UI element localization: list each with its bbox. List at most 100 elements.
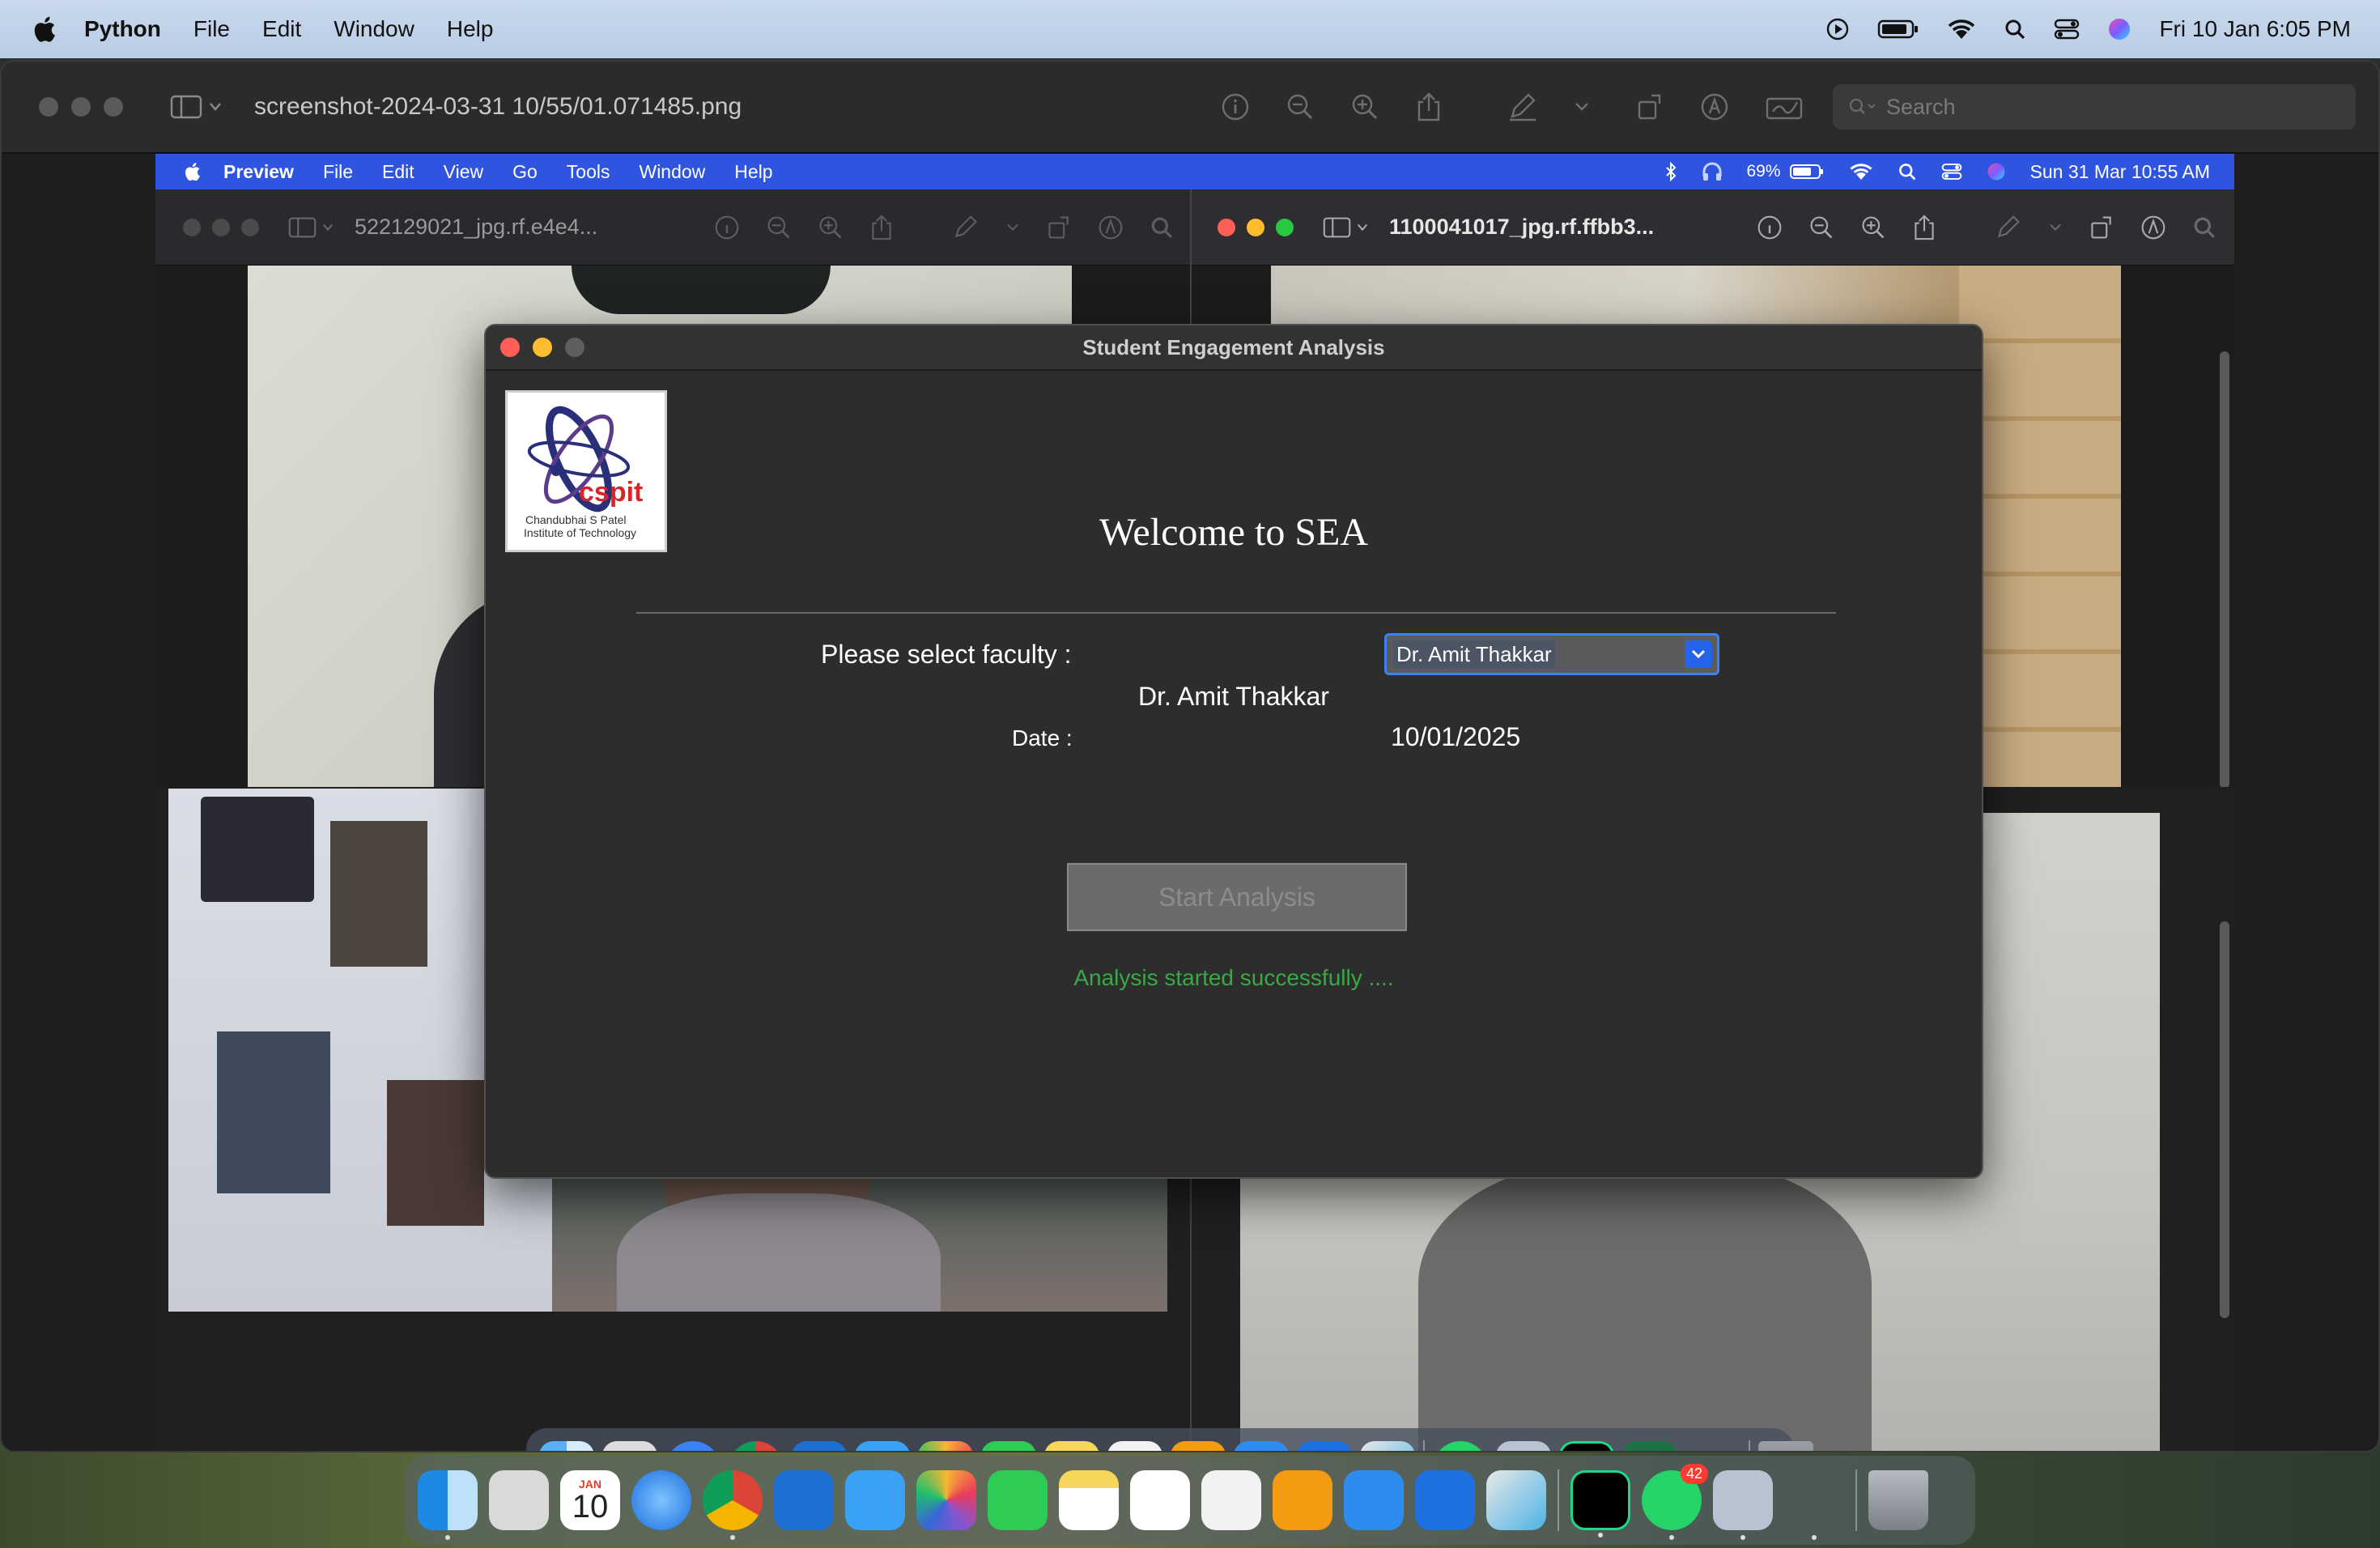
menu-app-name[interactable]: Python xyxy=(84,16,161,42)
textedit-icon[interactable] xyxy=(1201,1470,1261,1530)
menu-file[interactable]: File xyxy=(193,16,230,42)
trash-icon[interactable] xyxy=(1868,1470,1928,1530)
logo-text: cspit xyxy=(579,477,643,508)
dialog-title: Student Engagement Analysis xyxy=(1082,334,1385,359)
inner-menu-go: Go xyxy=(512,160,538,182)
student-engagement-dialog: Student Engagement Analysis cspit Chandu… xyxy=(484,324,1983,1179)
system-dock: JAN 10 42 xyxy=(405,1456,1975,1545)
mail-icon[interactable] xyxy=(845,1470,905,1530)
start-analysis-button[interactable]: Start Analysis xyxy=(1067,863,1407,931)
inner-battery-percent: 69% xyxy=(1746,162,1781,181)
rotate-icon xyxy=(2091,215,2111,239)
photos-icon xyxy=(918,1441,973,1451)
chevron-down-icon xyxy=(1007,223,1018,231)
search-field[interactable]: Search xyxy=(1833,84,2356,130)
spotlight-search-icon[interactable] xyxy=(2004,18,2026,40)
photos-icon[interactable] xyxy=(916,1470,976,1530)
markup-toolbar-icon xyxy=(1099,215,1123,239)
inner-dock xyxy=(526,1428,1813,1451)
share-icon[interactable] xyxy=(1415,91,1443,122)
battery-icon[interactable] xyxy=(1877,19,1919,40)
launchpad-icon[interactable] xyxy=(489,1470,549,1530)
virtualbox-icon[interactable] xyxy=(1486,1470,1546,1530)
inner-menubar: Preview File Edit View Go Tools Window H… xyxy=(155,154,2234,189)
zoom-in-icon[interactable] xyxy=(1350,92,1379,121)
chevron-down-icon xyxy=(2050,223,2061,231)
preview-toolbar-left: 522129021_jpg.rf.e4e4... xyxy=(155,189,1192,266)
pen-tool-icon[interactable] xyxy=(1784,1470,1844,1540)
markup-pen-icon[interactable] xyxy=(1507,92,1538,121)
menubar-clock[interactable]: Fri 10 Jan 6:05 PM xyxy=(2159,16,2351,42)
status-message: Analysis started successfully .... xyxy=(1073,965,1394,990)
chevron-down-icon[interactable] xyxy=(1574,101,1590,113)
freeform-icon[interactable] xyxy=(1130,1470,1190,1530)
chrome-icon[interactable] xyxy=(703,1470,763,1540)
menu-help[interactable]: Help xyxy=(447,16,494,42)
app-store-icon[interactable] xyxy=(1344,1470,1404,1530)
info-icon xyxy=(1757,215,1782,239)
apple-menu-icon[interactable] xyxy=(31,15,57,44)
play-status-icon[interactable] xyxy=(1825,17,1850,41)
xcode-icon xyxy=(1297,1441,1352,1451)
inner-bluetooth-icon xyxy=(1665,162,1676,181)
signature-icon[interactable] xyxy=(1765,92,1804,121)
faculty-select[interactable]: Dr. Amit Thakkar xyxy=(1384,633,1719,675)
sidebar-toggle-icon xyxy=(1323,217,1368,237)
finder-icon xyxy=(539,1441,594,1451)
inner-menu-edit: Edit xyxy=(382,160,414,182)
zoom-out-icon xyxy=(1810,215,1833,238)
info-icon[interactable] xyxy=(1221,92,1250,121)
rotate-icon xyxy=(1048,215,1069,239)
notes-icon xyxy=(1044,1441,1099,1451)
finder-icon[interactable] xyxy=(418,1470,478,1540)
markup-toolbar-icon[interactable] xyxy=(1700,92,1729,121)
separator xyxy=(636,612,1836,614)
outlook-icon[interactable] xyxy=(774,1470,834,1530)
zoom-in-icon xyxy=(1862,215,1885,238)
pycharm-icon[interactable] xyxy=(1570,1470,1630,1537)
whatsapp-icon[interactable]: 42 xyxy=(1642,1464,1708,1540)
date-value: 10/01/2025 xyxy=(1391,722,1521,751)
inner-control-center-icon xyxy=(1941,164,1961,180)
outlook-icon xyxy=(792,1441,847,1451)
date-label: Date : xyxy=(1012,725,1073,751)
minimize-button[interactable] xyxy=(71,97,91,117)
chevron-down-icon[interactable] xyxy=(1685,640,1712,668)
system-menubar: Python File Edit Window Help Fri 10 Jan … xyxy=(0,0,2380,58)
calendar-day: 10 xyxy=(572,1489,609,1525)
safari-icon[interactable] xyxy=(631,1470,691,1530)
menu-window[interactable]: Window xyxy=(334,16,414,42)
safari-icon xyxy=(665,1441,720,1451)
window-controls xyxy=(39,97,123,117)
control-center-icon[interactable] xyxy=(2054,18,2080,40)
close-button[interactable] xyxy=(39,97,58,117)
xcode-icon[interactable] xyxy=(1415,1470,1475,1530)
pages-icon[interactable] xyxy=(1273,1470,1332,1530)
zoom-out-icon[interactable] xyxy=(1286,92,1315,121)
inner-battery-icon xyxy=(1789,164,1823,179)
sidebar-toggle-icon xyxy=(288,217,334,237)
inner-search-icon xyxy=(1898,164,1915,181)
preview-app-icon[interactable] xyxy=(1713,1470,1773,1540)
zoom-button[interactable] xyxy=(104,97,123,117)
menu-edit[interactable]: Edit xyxy=(262,16,301,42)
search-placeholder: Search xyxy=(1886,94,1956,119)
calendar-icon[interactable]: JAN 10 xyxy=(560,1470,620,1530)
facetime-icon[interactable] xyxy=(988,1470,1048,1530)
whatsapp-badge: 42 xyxy=(1680,1464,1708,1484)
dialog-titlebar: Student Engagement Analysis xyxy=(486,325,1982,371)
sidebar-toggle-icon[interactable] xyxy=(170,94,222,120)
window-title: screenshot-2024-03-31 10/55/01.071485.pn… xyxy=(254,93,742,120)
facetime-icon xyxy=(981,1441,1036,1451)
excel-icon xyxy=(1622,1441,1677,1451)
inner-apple-icon xyxy=(185,163,200,181)
textedit-icon xyxy=(1107,1441,1162,1451)
inner-menu-window: Window xyxy=(639,160,706,182)
notes-icon[interactable] xyxy=(1059,1470,1119,1530)
markup-toolbar-icon xyxy=(2141,215,2165,239)
preview-toolbar: screenshot-2024-03-31 10/55/01.071485.pn… xyxy=(2,62,2378,154)
wifi-icon[interactable] xyxy=(1947,18,1976,40)
rotate-icon[interactable] xyxy=(1635,92,1664,121)
preview-title-left: 522129021_jpg.rf.e4e4... xyxy=(355,215,598,239)
siri-icon[interactable] xyxy=(2107,17,2131,41)
